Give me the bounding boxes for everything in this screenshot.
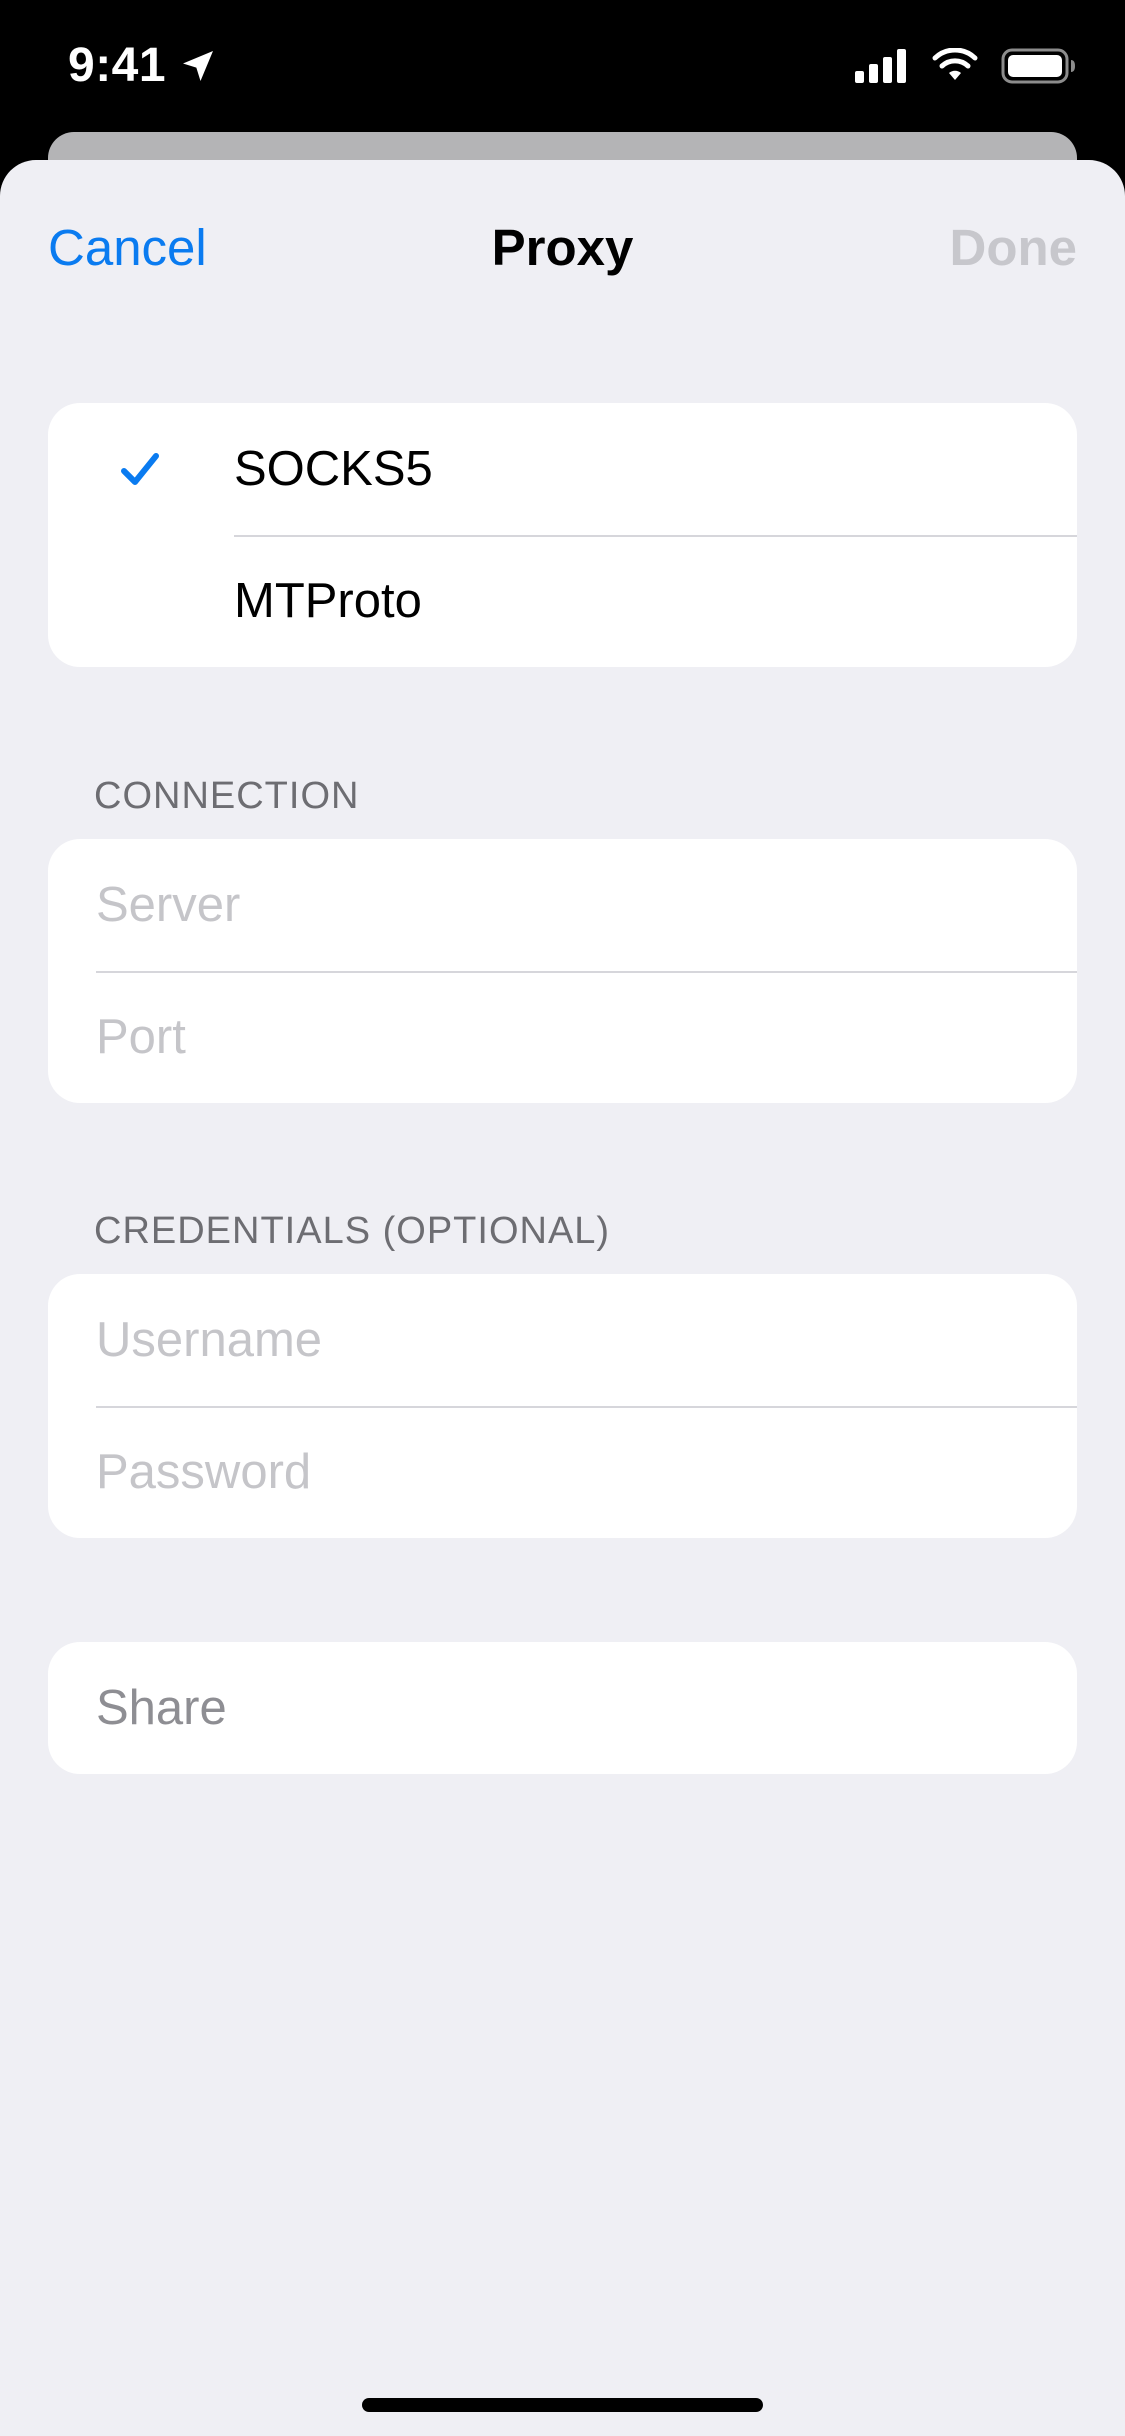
password-row bbox=[48, 1406, 1077, 1538]
proxy-type-mtproto[interactable]: MTProto bbox=[48, 535, 1077, 667]
share-label: Share bbox=[96, 1681, 227, 1735]
share-group: Share bbox=[48, 1642, 1077, 1774]
status-time-label: 9:41 bbox=[68, 39, 167, 92]
battery-icon bbox=[1001, 48, 1075, 84]
status-time: 9:41 bbox=[68, 38, 218, 93]
home-indicator[interactable] bbox=[362, 2398, 763, 2412]
connection-fields bbox=[48, 839, 1077, 1103]
proxy-sheet: Cancel Proxy Done SOCKS5 MTProto CONNECT… bbox=[0, 160, 1125, 2436]
password-input[interactable] bbox=[96, 1406, 1056, 1538]
port-input[interactable] bbox=[96, 971, 1056, 1103]
server-row bbox=[48, 839, 1077, 971]
proxy-type-socks5[interactable]: SOCKS5 bbox=[48, 403, 1077, 535]
status-bar: 9:41 bbox=[0, 0, 1125, 140]
status-icons bbox=[855, 48, 1077, 84]
navigation-bar: Cancel Proxy Done bbox=[0, 160, 1125, 330]
credentials-header: CREDENTIALS (OPTIONAL) bbox=[94, 1210, 611, 1252]
proxy-type-label: MTProto bbox=[234, 574, 422, 628]
proxy-type-list: SOCKS5 MTProto bbox=[48, 403, 1077, 667]
username-row bbox=[48, 1274, 1077, 1406]
location-arrow-icon bbox=[183, 50, 214, 81]
credentials-fields bbox=[48, 1274, 1077, 1538]
share-button[interactable]: Share bbox=[48, 1642, 1077, 1774]
username-input[interactable] bbox=[96, 1274, 1056, 1406]
port-row bbox=[48, 971, 1077, 1103]
server-input[interactable] bbox=[96, 839, 1056, 971]
checkmark-icon bbox=[121, 453, 159, 485]
cellular-signal-icon bbox=[855, 49, 906, 83]
connection-header: CONNECTION bbox=[94, 775, 360, 817]
proxy-type-label: SOCKS5 bbox=[234, 442, 433, 496]
wifi-icon bbox=[932, 48, 978, 80]
done-button[interactable]: Done bbox=[950, 218, 1078, 277]
